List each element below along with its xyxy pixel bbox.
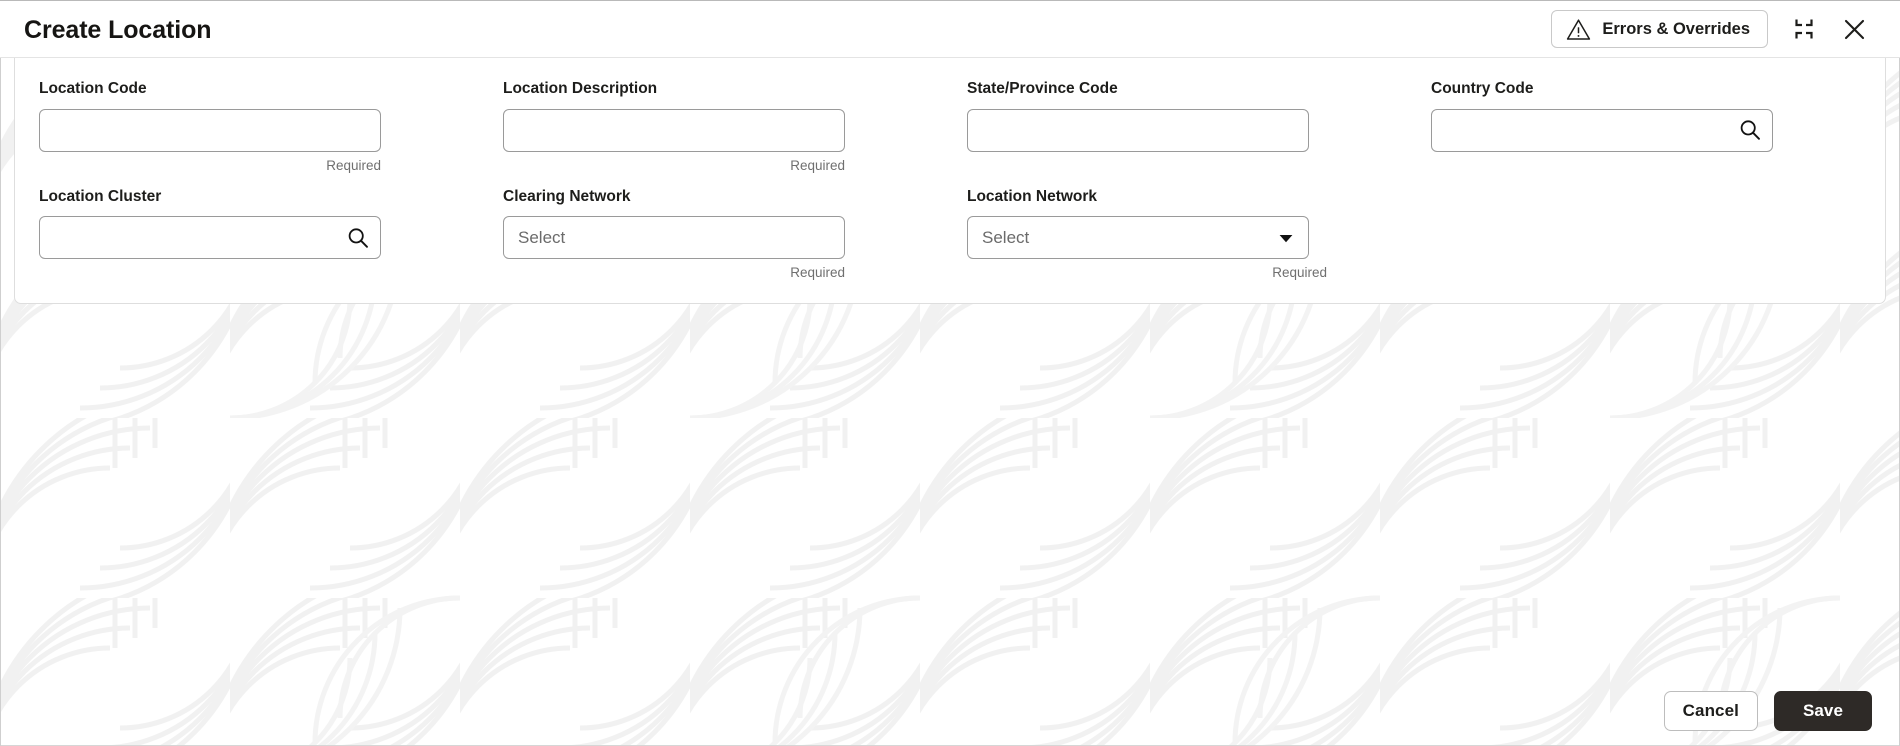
create-location-dialog: Create Location Errors & Overrides Locat… xyxy=(0,0,1900,746)
warning-triangle-icon xyxy=(1566,18,1591,41)
page-title: Create Location xyxy=(24,15,212,44)
field-state-province-code: State/Province Code xyxy=(967,70,1431,178)
control-wrapper xyxy=(967,216,1309,260)
location-form-grid: Location Code Required Location Descript… xyxy=(39,70,1861,285)
close-icon xyxy=(1841,16,1868,43)
field-helper-text: Required xyxy=(790,265,845,281)
control-wrapper xyxy=(967,108,1309,152)
control-wrapper xyxy=(503,108,845,152)
country-code-input[interactable] xyxy=(1431,108,1773,152)
errors-and-overrides-button[interactable]: Errors & Overrides xyxy=(1551,10,1768,48)
location-network-dropdown-toggle[interactable] xyxy=(1273,225,1299,251)
field-label: Location Network xyxy=(967,187,1098,205)
location-cluster-search-button[interactable] xyxy=(345,225,371,251)
dialog-header: Create Location Errors & Overrides xyxy=(0,1,1900,58)
cancel-button[interactable]: Cancel xyxy=(1663,690,1758,731)
control-wrapper xyxy=(503,216,845,260)
location-form-card: Location Code Required Location Descript… xyxy=(14,58,1886,305)
location-description-input[interactable] xyxy=(503,108,845,152)
field-location-cluster: Location Cluster xyxy=(39,178,503,286)
field-label: Clearing Network xyxy=(503,187,631,205)
control-wrapper xyxy=(1431,108,1773,152)
state-province-code-input[interactable] xyxy=(967,108,1309,152)
dialog-footer: Cancel Save xyxy=(0,676,1900,746)
chevron-down-icon xyxy=(1277,229,1295,247)
field-helper-text: Required xyxy=(1272,265,1327,281)
minimize-icon xyxy=(1792,17,1816,41)
field-label: Location Description xyxy=(503,80,658,97)
field-label: Location Code xyxy=(39,80,147,97)
errors-and-overrides-label: Errors & Overrides xyxy=(1602,19,1750,38)
close-button[interactable] xyxy=(1832,7,1876,51)
control-wrapper xyxy=(39,108,381,152)
field-location-description: Location Description Required xyxy=(503,70,967,178)
field-location-code: Location Code Required xyxy=(39,70,503,178)
dialog-left-edge xyxy=(0,1,1,746)
field-label: Country Code xyxy=(1431,80,1534,97)
field-clearing-network: Clearing Network Required xyxy=(503,178,967,286)
location-cluster-input[interactable] xyxy=(39,216,381,260)
country-code-search-button[interactable] xyxy=(1737,117,1763,143)
field-label: Location Cluster xyxy=(39,187,162,205)
control-wrapper xyxy=(39,216,381,260)
clearing-network-select[interactable] xyxy=(503,216,845,260)
location-network-select[interactable] xyxy=(967,216,1309,260)
save-button[interactable]: Save xyxy=(1774,690,1872,731)
location-code-input[interactable] xyxy=(39,108,381,152)
minimize-button[interactable] xyxy=(1782,7,1826,51)
field-helper-text: Required xyxy=(790,157,845,173)
header-actions: Errors & Overrides xyxy=(1551,7,1878,51)
field-country-code: Country Code xyxy=(1431,70,1895,178)
dialog-body: Location Code Required Location Descript… xyxy=(0,58,1900,746)
field-helper-text: Required xyxy=(326,157,381,173)
search-icon xyxy=(1738,118,1762,142)
search-icon xyxy=(346,226,370,250)
field-label: State/Province Code xyxy=(967,80,1118,97)
field-location-network: Location Network Required xyxy=(967,178,1431,286)
